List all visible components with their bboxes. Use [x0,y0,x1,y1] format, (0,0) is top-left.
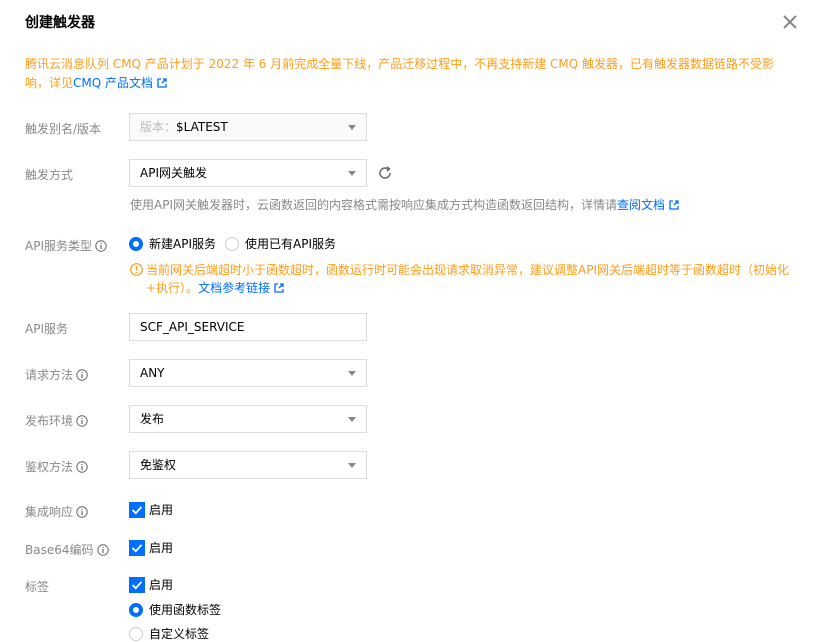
tags-label: 标签 [25,580,50,594]
checkbox-label: 启用 [149,578,174,592]
base64-label: Base64编码 [25,541,109,558]
integration-response-label: 集成响应 [25,503,88,520]
publish-env-label-text: 发布环境 [25,414,74,428]
checkbox-checked-icon [129,539,145,556]
checkbox-label: 启用 [149,503,174,517]
auth-method-value: 免鉴权 [140,458,177,472]
auth-method-select[interactable]: 免鉴权 [129,451,367,479]
checkbox-checked-icon [129,576,145,593]
request-method-select[interactable]: ANY [129,359,367,387]
trigger-method-label: 触发方式 [25,168,74,182]
publish-env-label: 发布环境 [25,412,88,429]
base64-checkbox[interactable]: 启用 [129,539,173,556]
alias-value: $LATEST [176,120,228,134]
radio-existing-api-service[interactable]: 使用已有API服务 [225,235,336,252]
chevron-down-icon [348,171,356,176]
base64-label-text: Base64编码 [25,543,94,557]
chevron-down-icon [348,463,356,468]
timeout-warning: 当前网关后端超时小于函数超时，函数运行时可能会出现请求取消异常，建议调整API网… [130,261,796,297]
integration-response-label-text: 集成响应 [25,505,74,519]
radio-label: 使用函数标签 [149,603,222,617]
info-icon[interactable] [76,506,88,518]
checkbox-checked-icon [129,501,145,518]
external-link-icon [669,200,679,210]
trigger-method-value: API网关触发 [140,166,207,180]
trigger-method-hint: 使用API网关触发器时，云函数返回的内容格式需按响应集成方式构造函数返回结构，详… [130,196,679,213]
radio-checked-icon [129,602,143,617]
radio-function-tags[interactable]: 使用函数标签 [129,601,221,618]
api-service-label: API服务 [25,322,68,336]
cmq-doc-link[interactable]: CMQ 产品文档 [73,76,153,90]
publish-env-value: 发布 [140,412,165,426]
integration-response-checkbox[interactable]: 启用 [129,501,173,518]
auth-method-label-text: 鉴权方法 [25,460,74,474]
request-method-label: 请求方法 [25,366,88,383]
alias-label: 触发别名/版本 [25,122,102,136]
chevron-down-icon [348,417,356,422]
radio-label: 使用已有API服务 [245,237,336,251]
info-icon[interactable] [76,415,88,427]
radio-unchecked-icon [225,236,239,251]
auth-method-label: 鉴权方法 [25,458,88,475]
chevron-down-icon [348,371,356,376]
radio-label: 自定义标签 [149,627,210,641]
hint-doc-link[interactable]: 查阅文档 [617,198,665,212]
checkbox-label: 启用 [149,541,174,555]
radio-label: 新建API服务 [149,237,216,251]
info-icon[interactable] [76,461,88,473]
request-method-value: ANY [140,366,165,380]
radio-unchecked-icon [129,626,143,641]
info-icon[interactable] [76,369,88,381]
publish-env-select[interactable]: 发布 [129,405,367,433]
close-icon[interactable] [780,12,800,32]
alias-prefix: 版本： [140,120,177,134]
hint-text: 使用API网关触发器时，云函数返回的内容格式需按响应集成方式构造函数返回结构，详… [130,198,617,212]
api-service-type-label: API服务类型 [25,237,107,254]
radio-checked-icon [129,236,143,251]
refresh-icon[interactable] [377,165,393,181]
api-service-input[interactable]: SCF_API_SERVICE [129,313,367,341]
chevron-down-icon [348,125,356,130]
warning-doc-link[interactable]: 文档参考链接 [198,281,270,295]
trigger-method-select[interactable]: API网关触发 [129,159,367,187]
info-icon[interactable] [96,544,109,556]
radio-custom-tags[interactable]: 自定义标签 [129,625,209,642]
alias-version-select[interactable]: 版本：$LATEST [129,113,367,141]
external-link-icon [274,283,284,293]
dialog-title: 创建触发器 [25,15,95,31]
radio-new-api-service[interactable]: 新建API服务 [129,235,216,252]
warning-icon [130,263,143,276]
external-link-icon [157,78,167,88]
api-service-type-label-text: API服务类型 [25,239,92,253]
info-icon[interactable] [95,240,107,252]
request-method-label-text: 请求方法 [25,368,74,382]
deprecation-notice: 腾讯云消息队列 CMQ 产品计划于 2022 年 6 月前完成全量下线，产品迁移… [25,55,795,93]
tags-checkbox[interactable]: 启用 [129,576,173,593]
